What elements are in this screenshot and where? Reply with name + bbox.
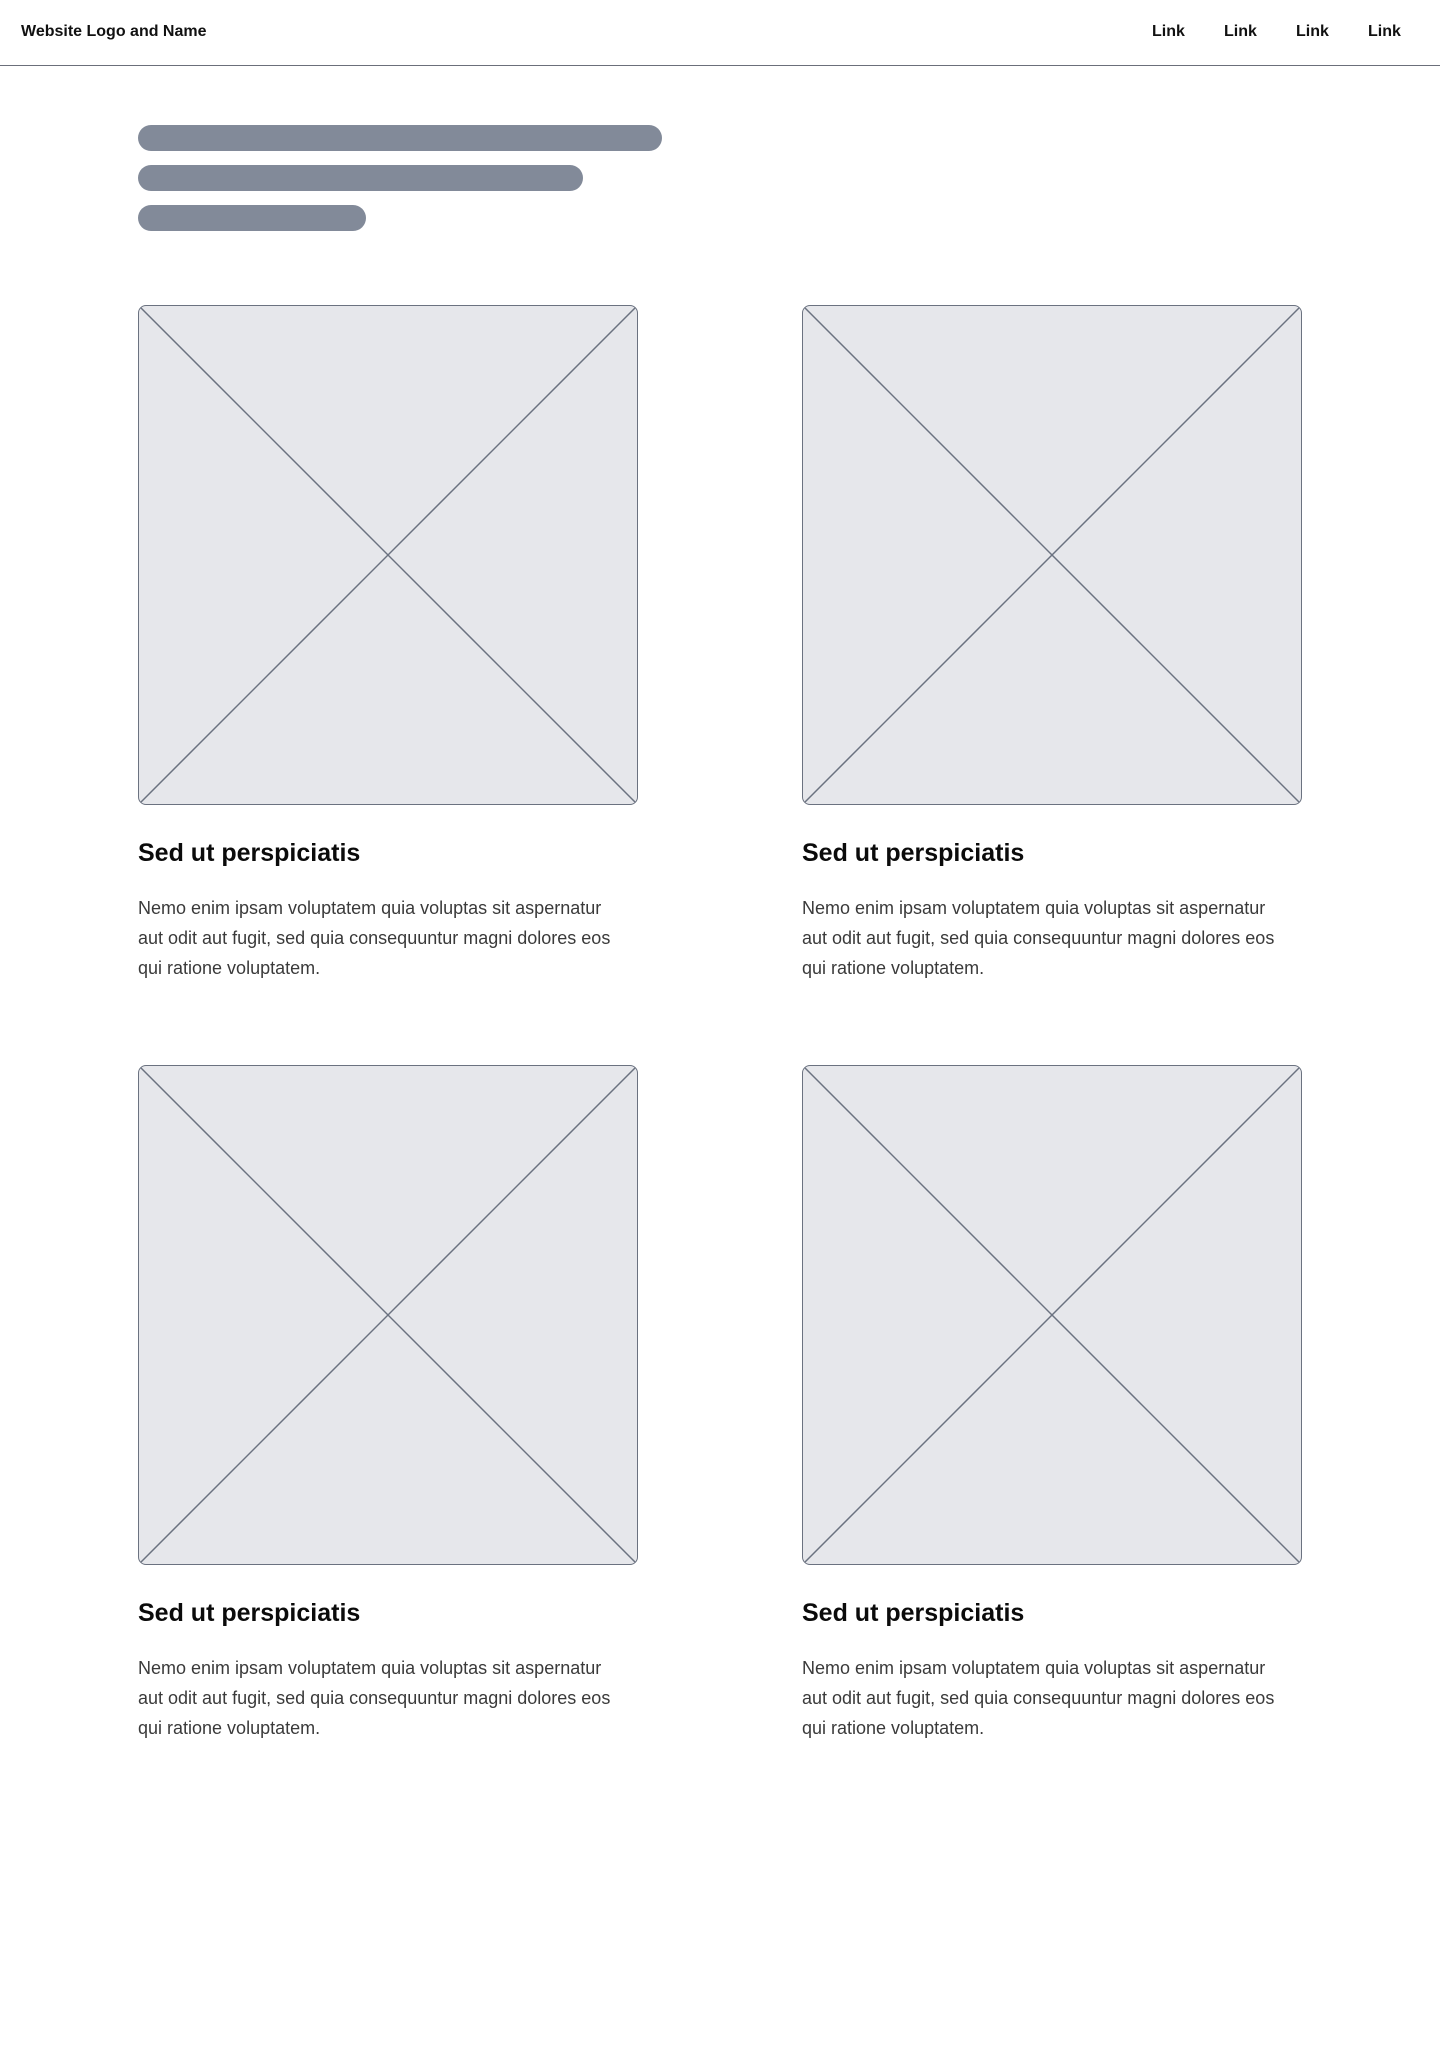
site-logo-name[interactable]: Website Logo and Name (21, 22, 207, 42)
image-placeholder-icon (138, 1065, 638, 1565)
card-title: Sed ut perspiciatis (802, 1599, 1025, 1627)
card-title: Sed ut perspiciatis (138, 839, 361, 867)
card: Sed ut perspiciatis Nemo enim ipsam volu… (802, 1065, 1302, 1743)
card: Sed ut perspiciatis Nemo enim ipsam volu… (138, 1065, 638, 1743)
card: Sed ut perspiciatis Nemo enim ipsam volu… (802, 305, 1302, 983)
heading-placeholder-bar (138, 205, 366, 231)
nav-link-4[interactable]: Link (1368, 22, 1440, 42)
card-title: Sed ut perspiciatis (802, 839, 1025, 867)
main-nav: Link Link Link Link (1152, 22, 1440, 42)
heading-placeholder-bar (138, 165, 583, 191)
nav-link-1[interactable]: Link (1152, 22, 1224, 42)
card-title: Sed ut perspiciatis (138, 1599, 361, 1627)
site-header: Website Logo and Name Link Link Link Lin… (0, 0, 1440, 66)
card-description: Nemo enim ipsam voluptatem quia voluptas… (138, 1658, 611, 1738)
card-description: Nemo enim ipsam voluptatem quia voluptas… (802, 1658, 1275, 1738)
nav-link-3[interactable]: Link (1296, 22, 1368, 42)
card: Sed ut perspiciatis Nemo enim ipsam volu… (138, 305, 638, 983)
image-placeholder-icon (802, 305, 1302, 805)
heading-placeholder (138, 125, 662, 245)
card-description: Nemo enim ipsam voluptatem quia voluptas… (802, 898, 1275, 978)
nav-link-2[interactable]: Link (1224, 22, 1296, 42)
heading-placeholder-bar (138, 125, 662, 151)
image-placeholder-icon (138, 305, 638, 805)
card-grid: Sed ut perspiciatis Nemo enim ipsam volu… (138, 305, 1302, 1743)
image-placeholder-icon (802, 1065, 1302, 1565)
card-description: Nemo enim ipsam voluptatem quia voluptas… (138, 898, 611, 978)
